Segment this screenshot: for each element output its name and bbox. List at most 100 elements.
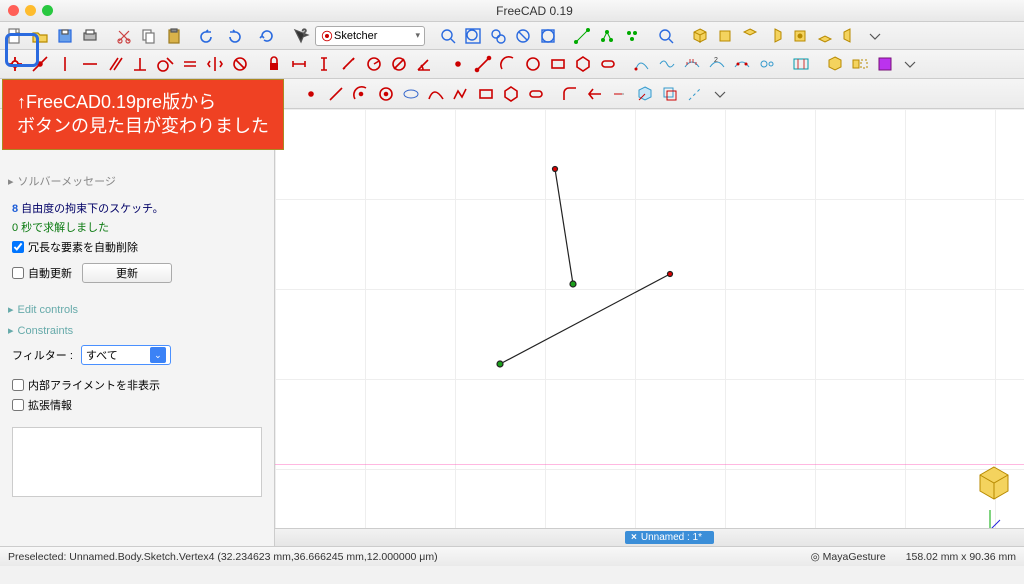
- geom-poly-button[interactable]: [572, 53, 594, 75]
- create-point-button[interactable]: [300, 83, 322, 105]
- constraint-angle-button[interactable]: [413, 53, 435, 75]
- constraint-block-button[interactable]: [229, 53, 251, 75]
- create-arc-button[interactable]: [350, 83, 372, 105]
- edit-controls-header[interactable]: ▸Edit controls: [0, 299, 274, 320]
- toggle-construction-button[interactable]: [684, 83, 706, 105]
- chevron-down-icon: ▾: [415, 30, 420, 41]
- view-iso-button[interactable]: [689, 25, 711, 47]
- ext-info-checkbox[interactable]: 拡張情報: [12, 397, 262, 413]
- toolbar-constraints: 2: [0, 50, 1024, 79]
- draw-style-button[interactable]: [512, 25, 534, 47]
- part-mirror-button[interactable]: [849, 53, 871, 75]
- autodelete-checkbox[interactable]: 冗長な要素を自動削除: [12, 239, 262, 255]
- measure-angle-button[interactable]: [596, 25, 618, 47]
- hide-internal-checkbox[interactable]: 内部アライメントを非表示: [12, 377, 262, 393]
- whats-this-button[interactable]: ?: [290, 25, 312, 47]
- zoom-window-icon[interactable]: [42, 5, 53, 16]
- bspline-knot-button[interactable]: [656, 53, 678, 75]
- measure-clear-button[interactable]: [621, 25, 643, 47]
- constraint-disty-button[interactable]: [313, 53, 335, 75]
- create-ellipse-button[interactable]: [400, 83, 422, 105]
- update-button[interactable]: 更新: [82, 263, 172, 283]
- refresh-button[interactable]: [256, 25, 278, 47]
- minimize-window-icon[interactable]: [25, 5, 36, 16]
- external-geom-button[interactable]: [634, 83, 656, 105]
- virtual-space-button[interactable]: [790, 53, 812, 75]
- print-button[interactable]: [79, 25, 101, 47]
- zoom-all-button[interactable]: [462, 25, 484, 47]
- solver-section-header[interactable]: ▸ ソルバーメッセージ: [0, 169, 274, 193]
- view-left-button[interactable]: [839, 25, 861, 47]
- geom-rect-button[interactable]: [547, 53, 569, 75]
- geom-line-button[interactable]: [472, 53, 494, 75]
- create-line-button[interactable]: [325, 83, 347, 105]
- create-polyline-button[interactable]: [450, 83, 472, 105]
- cut-button[interactable]: [113, 25, 135, 47]
- view-top-button[interactable]: [739, 25, 761, 47]
- constraint-equal-button[interactable]: [179, 53, 201, 75]
- view-right-button[interactable]: [764, 25, 786, 47]
- part-validate-button[interactable]: [874, 53, 896, 75]
- create-rect-button[interactable]: [475, 83, 497, 105]
- geom-circle-button[interactable]: [522, 53, 544, 75]
- bspline-degree-button[interactable]: [731, 53, 753, 75]
- bspline-mult-button[interactable]: 2: [706, 53, 728, 75]
- extend-button[interactable]: [609, 83, 631, 105]
- fillet-button[interactable]: [559, 83, 581, 105]
- constraint-diameter-button[interactable]: [388, 53, 410, 75]
- measure-distance-button[interactable]: [571, 25, 593, 47]
- folder-icon: ▸: [8, 175, 14, 188]
- nav-cube[interactable]: [974, 463, 1014, 506]
- carbon-copy-button[interactable]: [659, 83, 681, 105]
- 3d-viewport[interactable]: × Unnamed : 1*: [275, 109, 1024, 546]
- nav-style-button[interactable]: ◎ MayaGesture: [811, 551, 886, 563]
- close-tab-icon[interactable]: ×: [631, 532, 637, 543]
- constraint-parallel-button[interactable]: [104, 53, 126, 75]
- view-bottom-button[interactable]: [814, 25, 836, 47]
- tab-unnamed[interactable]: × Unnamed : 1*: [625, 531, 714, 544]
- zoom-selection-button[interactable]: [487, 25, 509, 47]
- bspline-comb-button[interactable]: [681, 53, 703, 75]
- constraint-radius-button[interactable]: [363, 53, 385, 75]
- create-circle-button[interactable]: [375, 83, 397, 105]
- bspline-pole-button[interactable]: [631, 53, 653, 75]
- constraint-tangent-button[interactable]: [154, 53, 176, 75]
- constraint-vertical-button[interactable]: [54, 53, 76, 75]
- redo-button[interactable]: [222, 25, 244, 47]
- view-front-button[interactable]: [714, 25, 736, 47]
- constraint-perpendicular-button[interactable]: [129, 53, 151, 75]
- bounding-box-button[interactable]: [537, 25, 559, 47]
- create-slot-button[interactable]: [525, 83, 547, 105]
- geom-arc-button[interactable]: [497, 53, 519, 75]
- save-button[interactable]: [54, 25, 76, 47]
- constraint-symmetric-button[interactable]: [204, 53, 226, 75]
- close-window-icon[interactable]: [8, 5, 19, 16]
- workbench-selector[interactable]: ⦿ Sketcher ▾: [315, 26, 425, 46]
- bspline-weight-button[interactable]: [756, 53, 778, 75]
- geom-slot-button[interactable]: [597, 53, 619, 75]
- find-button[interactable]: [655, 25, 677, 47]
- geom-point-button[interactable]: [447, 53, 469, 75]
- autoupdate-checkbox[interactable]: 自動更新: [12, 265, 72, 281]
- constraints-header[interactable]: ▸Constraints: [0, 320, 274, 341]
- constraint-horizontal-button[interactable]: [79, 53, 101, 75]
- paste-button[interactable]: [163, 25, 185, 47]
- part-pad-button[interactable]: [824, 53, 846, 75]
- overflow-3-icon[interactable]: [709, 83, 731, 105]
- overflow-2-icon[interactable]: [899, 53, 921, 75]
- constraint-lock-button[interactable]: [263, 53, 285, 75]
- annotation-callout: ↑FreeCAD0.19pre版から ボタンの見た目が変わりました: [2, 79, 284, 150]
- overflow-icon[interactable]: [864, 25, 886, 47]
- view-rear-button[interactable]: [789, 25, 811, 47]
- constraint-dist-button[interactable]: [338, 53, 360, 75]
- create-bspline-button[interactable]: [425, 83, 447, 105]
- constraint-distx-button[interactable]: [288, 53, 310, 75]
- trim-button[interactable]: [584, 83, 606, 105]
- copy-button[interactable]: [138, 25, 160, 47]
- undo-button[interactable]: [197, 25, 219, 47]
- constraints-list[interactable]: [12, 427, 262, 497]
- create-poly-button[interactable]: [500, 83, 522, 105]
- sketch-geometry[interactable]: [275, 109, 1024, 546]
- filter-select[interactable]: すべて ⌄: [81, 345, 171, 365]
- zoom-fit-button[interactable]: [437, 25, 459, 47]
